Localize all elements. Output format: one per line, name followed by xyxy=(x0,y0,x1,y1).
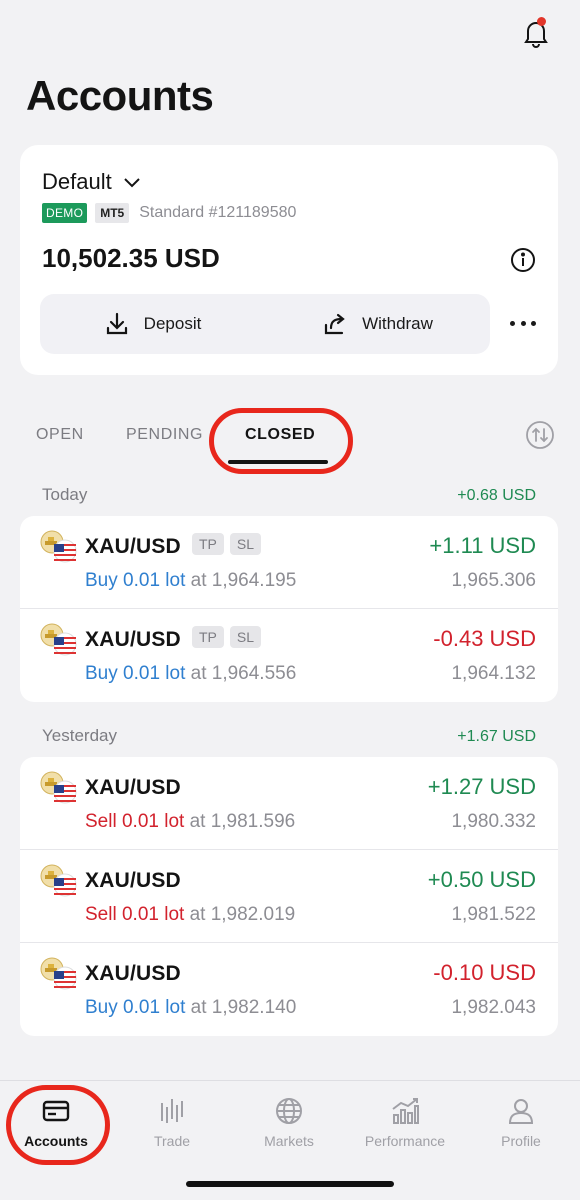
nav-performance[interactable]: Performance xyxy=(350,1095,460,1149)
trade-row[interactable]: XAU/USD +0.50 USD Sell 0.01 lot at 1,982… xyxy=(20,850,558,943)
dot xyxy=(510,320,515,326)
nav-markets[interactable]: Markets xyxy=(234,1095,344,1149)
notification-dot xyxy=(537,17,546,26)
nav-profile[interactable]: Profile xyxy=(466,1095,576,1149)
gold-usd-icon xyxy=(40,623,77,656)
trade-row[interactable]: XAU/USD TP SL +1.11 USD Buy 0.01 lot at … xyxy=(20,516,558,609)
gold-usd-icon xyxy=(40,957,77,990)
chevron-down-icon xyxy=(124,178,140,188)
trade-row[interactable]: XAU/USD +1.27 USD Sell 0.01 lot at 1,981… xyxy=(20,757,558,850)
sl-badge: SL xyxy=(229,626,262,648)
trade-close-price: 1,981.522 xyxy=(451,904,536,925)
trade-symbol: XAU/USD xyxy=(85,776,181,799)
trade-profit: -0.10 USD xyxy=(433,960,536,985)
nav-label: Markets xyxy=(264,1133,314,1149)
dot xyxy=(520,320,526,326)
trade-volume: 0.01 lot xyxy=(121,904,185,925)
account-name: Default xyxy=(42,169,112,194)
person-icon xyxy=(508,1099,534,1124)
trade-detail: Sell 0.01 lot at 1,982.019 xyxy=(85,904,295,926)
trade-profit: +0.50 USD xyxy=(427,867,536,892)
nav-label: Performance xyxy=(364,1133,446,1149)
page-title: Accounts xyxy=(26,72,214,119)
group-header-today: Today xyxy=(42,485,88,504)
tab-open[interactable]: OPEN xyxy=(36,426,84,444)
home-indicator[interactable] xyxy=(186,1181,394,1187)
tab-pending[interactable]: PENDING xyxy=(126,426,203,444)
trade-row[interactable]: XAU/USD TP SL -0.43 USD Buy 0.01 lot at … xyxy=(20,609,558,702)
nav-trade[interactable]: Trade xyxy=(117,1095,227,1149)
highlight-circle-accounts xyxy=(6,1085,110,1165)
download-icon xyxy=(106,312,127,335)
trade-open-price: at 1,982.019 xyxy=(189,904,296,925)
account-selector[interactable]: Default xyxy=(42,169,142,195)
trade-list-today: XAU/USD TP SL +1.11 USD Buy 0.01 lot at … xyxy=(20,516,558,702)
trade-profit: +1.27 USD xyxy=(427,774,536,799)
trade-volume: 0.01 lot xyxy=(121,811,185,832)
trade-symbol: XAU/USD xyxy=(85,869,181,892)
trade-open-price: at 1,964.556 xyxy=(190,663,297,684)
candles-icon xyxy=(161,1099,183,1123)
trade-open-price: at 1,982.140 xyxy=(190,997,297,1018)
info-icon[interactable] xyxy=(510,247,536,273)
trade-side: Sell xyxy=(85,811,117,832)
globe-icon xyxy=(276,1098,302,1124)
account-actions: Deposit Withdraw xyxy=(40,294,490,354)
trade-detail: Buy 0.01 lot at 1,964.195 xyxy=(85,570,296,592)
trade-volume: 0.01 lot xyxy=(123,997,186,1018)
trade-side: Buy xyxy=(85,570,118,591)
group-total-today: +0.68 USD xyxy=(457,487,536,504)
sort-icon[interactable] xyxy=(525,420,555,450)
bell-icon[interactable] xyxy=(519,16,553,50)
trade-close-price: 1,965.306 xyxy=(451,570,536,591)
trade-profit: -0.43 USD xyxy=(433,626,536,651)
trade-detail: Buy 0.01 lot at 1,964.556 xyxy=(85,663,296,685)
sl-badge: SL xyxy=(229,533,262,555)
withdraw-label: Withdraw xyxy=(362,314,433,333)
trade-volume: 0.01 lot xyxy=(123,570,186,591)
trade-close-price: 1,982.043 xyxy=(451,997,536,1018)
trade-side: Sell xyxy=(85,904,117,925)
tp-badge: TP xyxy=(192,626,224,648)
account-type: Standard #121189580 xyxy=(139,204,297,221)
group-header-yesterday: Yesterday xyxy=(42,726,117,745)
dot xyxy=(531,320,536,326)
withdraw-button[interactable]: Withdraw xyxy=(265,311,490,337)
deposit-button[interactable]: Deposit xyxy=(40,311,265,337)
trade-open-price: at 1,964.195 xyxy=(190,570,297,591)
share-out-icon xyxy=(324,313,345,335)
chart-icon xyxy=(392,1098,419,1124)
trade-row[interactable]: XAU/USD -0.10 USD Buy 0.01 lot at 1,982.… xyxy=(20,943,558,1036)
trade-detail: Buy 0.01 lot at 1,982.140 xyxy=(85,997,296,1019)
nav-label: Trade xyxy=(153,1133,191,1149)
gold-usd-icon xyxy=(40,771,77,804)
trade-volume: 0.01 lot xyxy=(123,663,186,684)
deposit-label: Deposit xyxy=(143,314,202,333)
account-tags: DEMO MT5 Standard #121189580 xyxy=(42,203,296,223)
account-card: Default DEMO MT5 Standard #121189580 10,… xyxy=(20,145,558,375)
trade-profit: +1.11 USD xyxy=(429,533,536,558)
gold-usd-icon xyxy=(40,530,77,563)
trade-close-price: 1,980.332 xyxy=(451,811,536,832)
trade-symbol: XAU/USD xyxy=(85,962,181,985)
gold-usd-icon xyxy=(40,864,77,897)
trade-open-price: at 1,981.596 xyxy=(189,811,296,832)
nav-label: Profile xyxy=(501,1133,541,1149)
trade-symbol: XAU/USD xyxy=(85,535,181,558)
trade-side: Buy xyxy=(85,997,118,1018)
trade-side: Buy xyxy=(85,663,118,684)
account-balance: 10,502.35 USD xyxy=(42,243,220,273)
trade-symbol: XAU/USD xyxy=(85,628,181,651)
trade-list-yesterday: XAU/USD +1.27 USD Sell 0.01 lot at 1,981… xyxy=(20,757,558,1036)
trade-close-price: 1,964.132 xyxy=(451,663,536,684)
highlight-circle-closed xyxy=(209,408,353,474)
tp-badge: TP xyxy=(192,533,224,555)
trade-detail: Sell 0.01 lot at 1,981.596 xyxy=(85,811,295,833)
more-options-button[interactable] xyxy=(510,313,536,333)
demo-tag: DEMO xyxy=(42,203,88,223)
platform-tag: MT5 xyxy=(95,203,130,223)
group-total-yesterday: +1.67 USD xyxy=(457,728,536,745)
